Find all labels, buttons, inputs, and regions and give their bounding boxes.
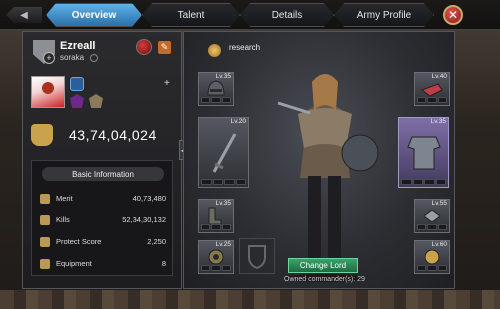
info-row-kills: Kills 52,34,30,132	[40, 214, 166, 226]
rose-icon[interactable]	[136, 39, 152, 55]
add-alliance-icon[interactable]: +	[43, 52, 55, 64]
slot-level: Lv.35	[430, 118, 446, 125]
player-name: Ezreall	[60, 40, 96, 52]
info-label: Kills	[56, 215, 70, 224]
swords-icon	[40, 215, 50, 225]
info-label: Merit	[56, 194, 73, 203]
owned-commanders-text: Owned commander(s): 29	[284, 276, 365, 283]
info-value: 40,73,480	[132, 194, 166, 203]
slot-level: Lv.20	[230, 118, 246, 125]
shield-icon	[40, 237, 50, 247]
armor-icon	[406, 136, 441, 169]
equip-slot-accessory-right[interactable]: Lv.60	[414, 240, 450, 274]
back-arrow-icon: ◀	[20, 9, 28, 21]
equip-slot-helmet[interactable]: Lv.35	[198, 72, 234, 106]
info-row-protect-score: Protect Score 2,250	[40, 236, 166, 248]
tab-overview[interactable]: Overview	[46, 3, 142, 27]
title-badge-icon[interactable]	[89, 94, 103, 108]
research-label[interactable]: research	[229, 43, 260, 52]
sword-icon	[212, 132, 236, 173]
info-row-merit: Merit 40,73,480	[40, 193, 166, 205]
edit-profile-icon[interactable]: ✎	[158, 41, 171, 54]
tab-army-profile[interactable]: Army Profile	[334, 3, 434, 27]
info-value: 2,250	[147, 237, 166, 246]
tab-bar: ◀ Overview Talent Details Army Profile ✕	[0, 0, 500, 30]
gem-slots	[201, 179, 246, 185]
basic-info-title: Basic Information	[42, 167, 164, 181]
rank-badge-icon[interactable]	[70, 94, 84, 108]
boots-icon	[208, 207, 222, 225]
merit-icon	[40, 194, 50, 204]
background-city-strip	[0, 290, 500, 309]
close-icon: ✕	[447, 8, 459, 22]
power-fist-icon	[31, 124, 53, 146]
info-value: 52,34,30,132	[122, 215, 166, 224]
commander-portrait[interactable]	[270, 58, 380, 282]
close-button[interactable]: ✕	[443, 5, 463, 25]
research-icon[interactable]	[208, 44, 221, 57]
info-label: Equipment	[56, 259, 92, 268]
gloves-icon	[420, 83, 443, 97]
guild-emblem-icon	[90, 54, 98, 62]
equip-slot-accessory-left[interactable]: Lv.25	[198, 240, 234, 274]
gem-slots	[201, 97, 231, 103]
equipment-icon	[40, 259, 50, 269]
add-badge-icon[interactable]: +	[164, 78, 170, 89]
equip-slot-boots[interactable]: Lv.35	[198, 199, 234, 233]
equip-slot-gloves[interactable]: Lv.40	[414, 72, 450, 106]
tab-talent[interactable]: Talent	[142, 3, 240, 27]
gem-slots	[417, 265, 447, 271]
power-value: 43,74,04,024	[69, 127, 157, 143]
info-value: 8	[161, 259, 166, 268]
info-row-equipment: Equipment 8	[40, 258, 166, 270]
player-guild: soraka	[60, 53, 85, 62]
back-button[interactable]: ◀	[6, 7, 42, 23]
gem-slots	[417, 97, 447, 103]
shield-outline-icon	[248, 245, 266, 270]
equip-slot-trinket[interactable]: Lv.55	[414, 199, 450, 233]
change-lord-button[interactable]: Change Lord	[288, 258, 358, 273]
gem-slots	[401, 179, 446, 185]
amulet-icon	[424, 249, 440, 265]
ring-icon	[208, 249, 224, 265]
helmet-icon	[207, 80, 225, 96]
equip-slot-armor[interactable]: Lv.35	[398, 117, 449, 188]
info-label: Protect Score	[56, 237, 102, 246]
gem-slots	[417, 224, 447, 230]
profile-panel: + Ezreall soraka ✎ + 43,74,04,024 Basic …	[22, 31, 182, 289]
vip-badge-icon[interactable]	[70, 77, 84, 91]
equip-slot-weapon[interactable]: Lv.20	[198, 117, 249, 188]
trinket-icon	[423, 209, 441, 223]
tab-details[interactable]: Details	[240, 3, 334, 27]
gem-slots	[201, 224, 231, 230]
gem-slots	[201, 265, 231, 271]
avatar[interactable]	[31, 76, 65, 108]
basic-info-box: Basic Information Merit 40,73,480 Kills …	[31, 160, 173, 276]
slot-level: Lv.40	[431, 73, 447, 80]
